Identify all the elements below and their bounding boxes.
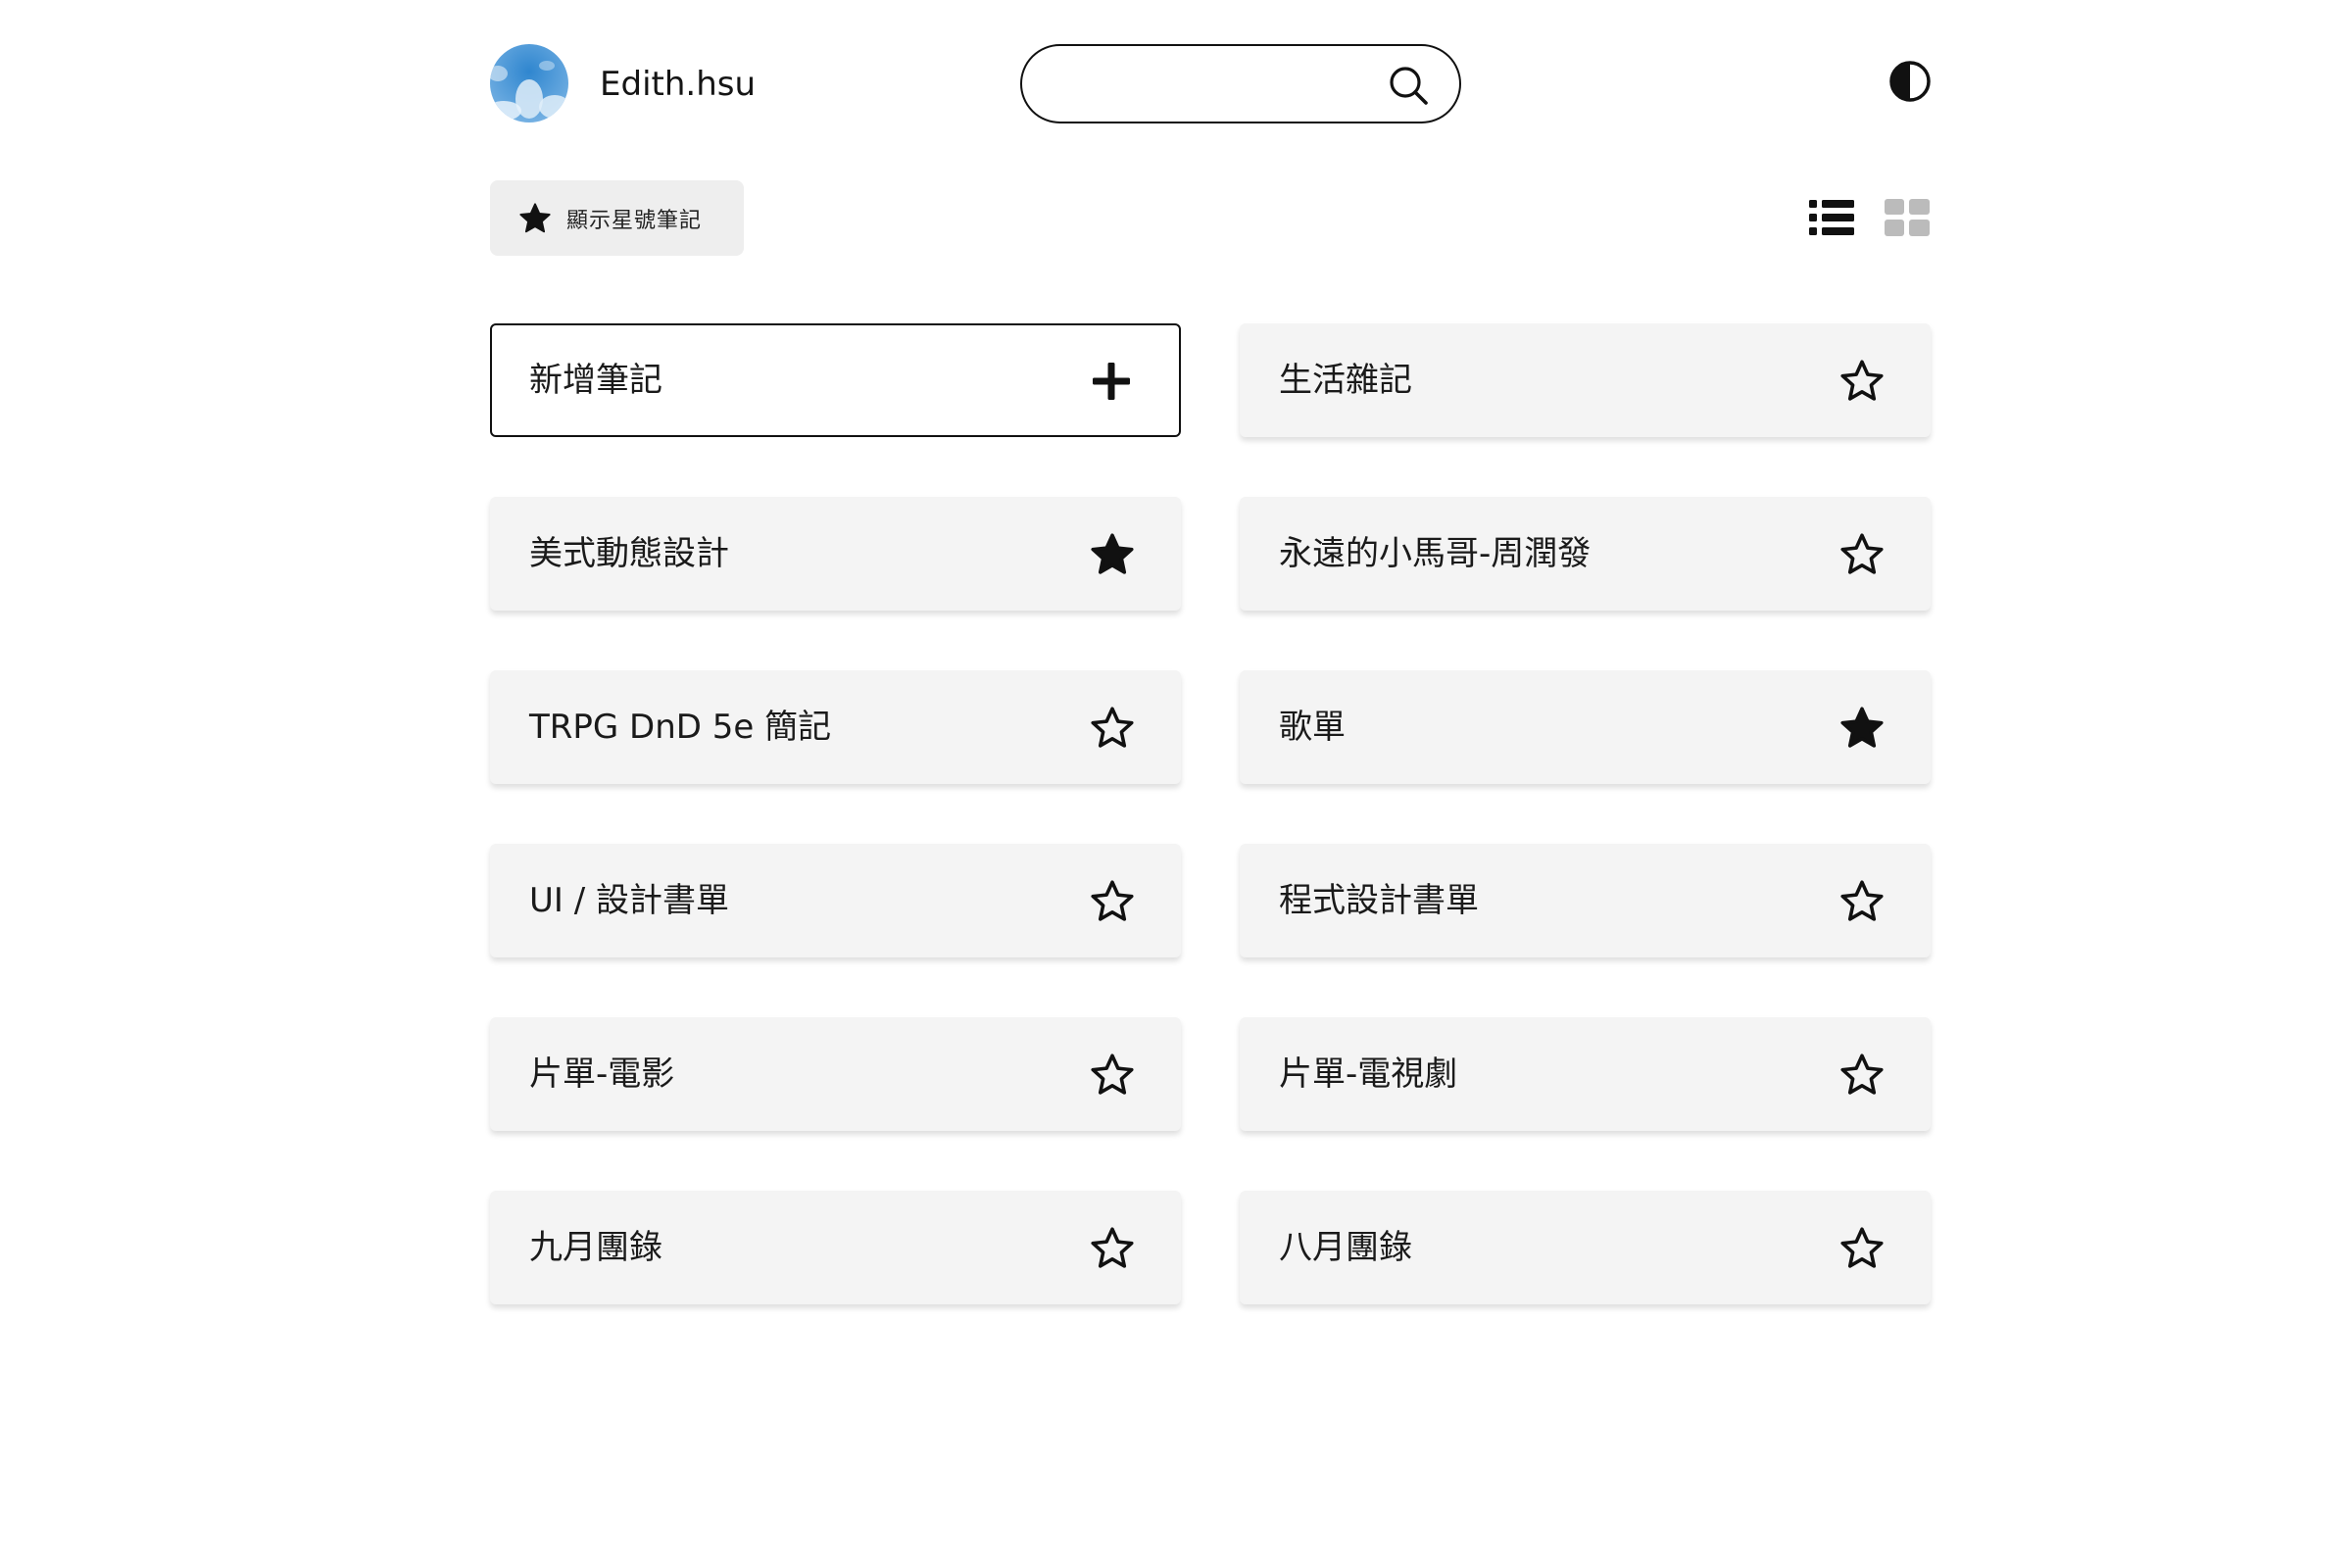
note-title: UI / 設計書單 <box>529 881 729 920</box>
note-card[interactable]: 九月團錄 <box>490 1191 1181 1304</box>
star-outline-icon[interactable] <box>1838 357 1886 406</box>
note-card[interactable]: 歌單 <box>1240 670 1931 784</box>
note-card[interactable]: 片單-電視劇 <box>1240 1017 1931 1131</box>
star-outline-icon[interactable] <box>1838 1224 1886 1273</box>
new-note-label: 新增筆記 <box>529 361 662 400</box>
note-title: 片單-電影 <box>529 1054 675 1094</box>
note-title: 歌單 <box>1279 708 1346 747</box>
note-card[interactable]: 生活雜記 <box>1240 323 1931 437</box>
note-card[interactable]: 八月團錄 <box>1240 1191 1931 1304</box>
search-bar[interactable] <box>1020 44 1461 123</box>
note-title: 程式設計書單 <box>1279 881 1479 920</box>
star-filled-icon[interactable] <box>1838 704 1886 753</box>
star-outline-icon[interactable] <box>1088 1051 1137 1100</box>
star-outline-icon[interactable] <box>1088 704 1137 753</box>
new-note-button[interactable]: 新增筆記 <box>490 323 1181 437</box>
star-filled-icon[interactable] <box>1088 530 1137 579</box>
show-starred-label: 顯示星號筆記 <box>566 208 703 233</box>
search-icon[interactable] <box>1387 64 1430 107</box>
note-card[interactable]: 永遠的小馬哥-周潤發 <box>1240 497 1931 611</box>
contrast-icon[interactable] <box>1888 60 1932 103</box>
star-outline-icon[interactable] <box>1838 877 1886 926</box>
show-starred-button[interactable]: 顯示星號筆記 <box>490 180 744 256</box>
note-title: 片單-電視劇 <box>1279 1054 1458 1094</box>
star-outline-icon[interactable] <box>1838 530 1886 579</box>
note-card[interactable]: UI / 設計書單 <box>490 844 1181 957</box>
star-outline-icon[interactable] <box>1088 877 1137 926</box>
note-title: 八月團錄 <box>1279 1228 1412 1267</box>
note-card[interactable]: 美式動態設計 <box>490 497 1181 611</box>
note-title: 生活雜記 <box>1279 361 1412 400</box>
note-title: 美式動態設計 <box>529 534 729 573</box>
avatar-image <box>490 44 568 122</box>
star-outline-icon[interactable] <box>1088 1224 1137 1273</box>
list-view-icon[interactable] <box>1809 196 1854 239</box>
note-title: TRPG DnD 5e 簡記 <box>529 708 832 747</box>
grid-view-icon[interactable] <box>1885 199 1930 236</box>
search-input[interactable] <box>1052 60 1375 109</box>
note-title: 永遠的小馬哥-周潤發 <box>1279 534 1592 573</box>
plus-icon <box>1093 363 1130 400</box>
avatar[interactable] <box>490 44 568 122</box>
notes-page: Edith.hsu 顯示星號筆記 新增筆記 生活雜記 美式動態設計 永遠的小馬哥… <box>0 0 2352 1568</box>
note-card[interactable]: 程式設計書單 <box>1240 844 1931 957</box>
username: Edith.hsu <box>600 65 757 104</box>
note-title: 九月團錄 <box>529 1228 662 1267</box>
note-card[interactable]: TRPG DnD 5e 簡記 <box>490 670 1181 784</box>
note-card[interactable]: 片單-電影 <box>490 1017 1181 1131</box>
star-filled-icon <box>519 202 551 232</box>
star-outline-icon[interactable] <box>1838 1051 1886 1100</box>
